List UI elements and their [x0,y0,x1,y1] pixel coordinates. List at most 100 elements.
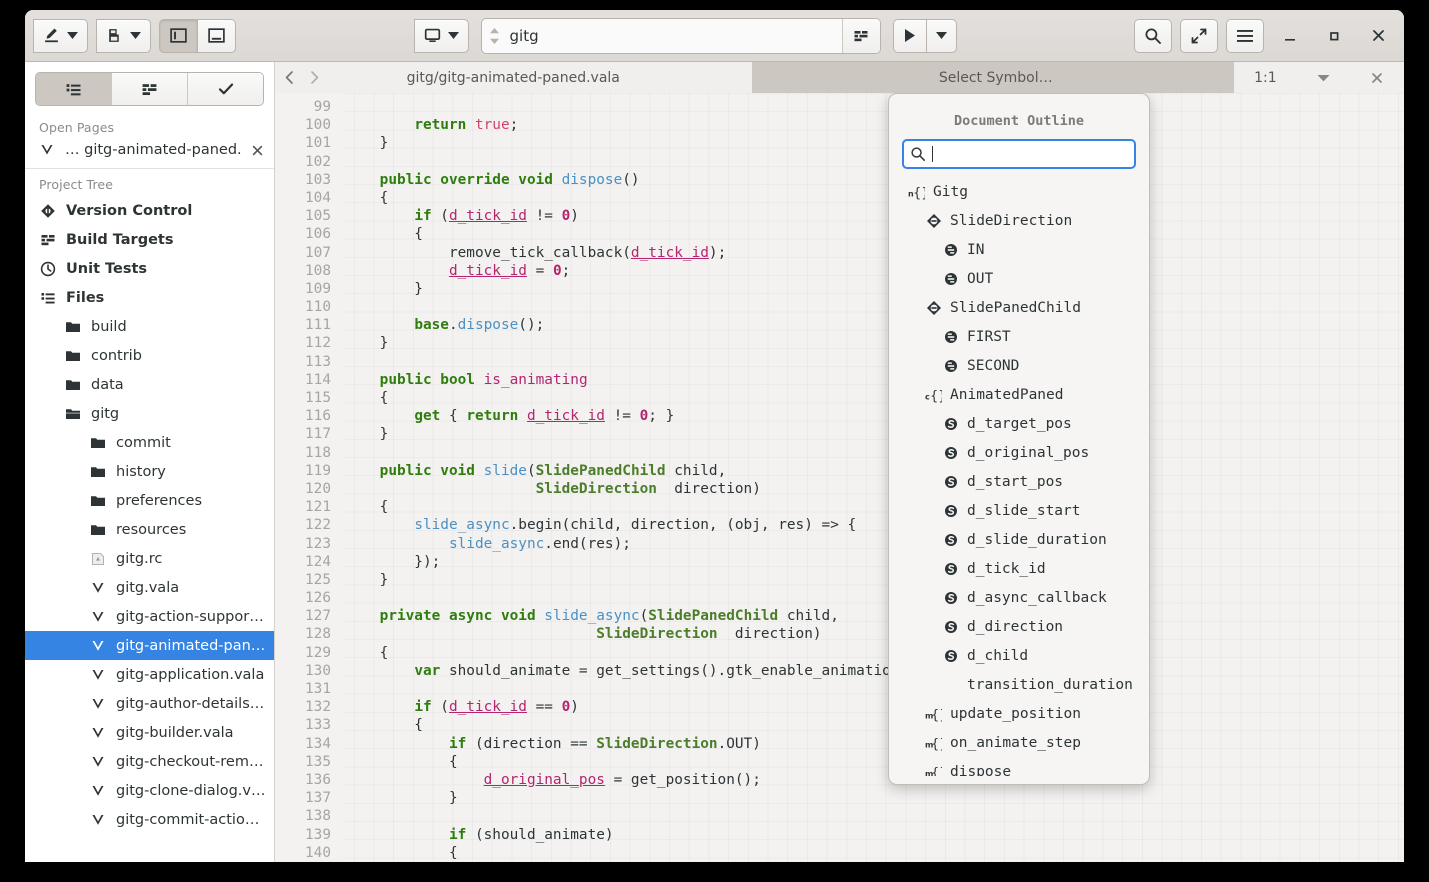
run-config-button[interactable] [413,18,469,53]
tree-item[interactable]: build [25,312,274,341]
run-button[interactable] [892,18,927,53]
outline-item[interactable]: SECOND [908,351,1140,380]
line-number: 138 [305,808,331,825]
minimize-button[interactable] [1272,18,1308,54]
code-text[interactable]: return true; } public override void disp… [345,93,1404,862]
outline-item[interactable]: d_direction [908,612,1140,641]
tree-item[interactable]: data [25,370,274,399]
outline-item[interactable]: OUT [908,264,1140,293]
close-icon[interactable] [1370,71,1384,85]
left-panel-toggle[interactable] [159,18,198,53]
project-tree-heading: Project Tree [39,177,113,192]
outline-item[interactable]: m{} on_animate_step [908,728,1140,757]
tree-item[interactable]: gitg-action-suppor… [25,602,274,631]
edit-button[interactable] [33,18,88,53]
folder-icon [89,493,107,509]
tree-item[interactable]: gitg.rc [25,544,274,573]
line-number: 119 [305,462,331,479]
tree-item[interactable]: gitg-author-details… [25,689,274,718]
search-icon [1144,27,1162,45]
line-number: 137 [305,790,331,807]
tree-item[interactable]: gitg [25,399,274,428]
line-number: 134 [305,735,331,752]
tree-item[interactable]: Version Control [25,196,274,225]
omni-search-input[interactable]: gitg [508,19,842,53]
tree-item[interactable]: preferences [25,486,274,515]
code-line: { [345,753,458,770]
code-line: SlideDirection direction) [535,480,761,497]
display-icon [424,27,441,44]
code-line: slide_async.end(res); [448,535,631,552]
outline-item[interactable]: c{} AnimatedPaned [908,380,1140,409]
omni-search-bar[interactable]: gitg [480,17,881,54]
run-menu-button[interactable] [926,18,957,53]
sidebar-tab-todo[interactable] [187,73,263,105]
tree-item[interactable]: gitg.vala [25,573,274,602]
tree-item[interactable]: Files [25,283,274,312]
code-line: { [345,189,389,206]
tree-item[interactable]: gitg-builder.vala [25,718,274,747]
tree-item[interactable]: commit [25,428,274,457]
tree-item[interactable]: contrib [25,341,274,370]
sidebar-tab-bar [35,72,264,106]
close-button[interactable] [1360,18,1396,54]
outline-item[interactable]: SlideDirection [908,206,1140,235]
outline-item[interactable]: d_original_pos [908,438,1140,467]
tree-item[interactable]: gitg-clone-dialog.v… [25,776,274,805]
tree-item[interactable]: gitg-commit-actio… [25,805,274,834]
outline-item[interactable]: SlidePanedChild [908,293,1140,322]
outline-item[interactable]: m{} dispose [908,757,1140,776]
tree-item[interactable]: Build Targets [25,225,274,254]
outline-item[interactable]: d_child [908,641,1140,670]
bottom-panel-toggle[interactable] [198,18,236,53]
tree-item[interactable]: gitg-animated-pan… [25,631,274,660]
outline-item[interactable]: d_tick_id [908,554,1140,583]
outline-item[interactable]: d_target_pos [908,409,1140,438]
code-view[interactable]: 99 100 101 102 103 104 105 106 107 108 109 110 111 11… [275,93,1404,862]
tree-item[interactable]: Unit Tests [25,254,274,283]
sidebar-tab-build[interactable] [111,73,187,105]
sidebar-tab-project[interactable] [36,73,111,105]
outline-item[interactable]: d_slide_duration [908,525,1140,554]
search-button[interactable] [1134,18,1172,53]
menu-button[interactable] [1226,18,1264,53]
outline-search-field[interactable] [902,139,1136,170]
outline-item[interactable]: d_start_pos [908,467,1140,496]
outline-item-label: d_async_callback [967,589,1107,606]
fullscreen-button[interactable] [1180,18,1218,53]
outline-item[interactable]: IN [908,235,1140,264]
chevron-right-icon[interactable] [308,70,321,85]
open-button[interactable] [96,18,151,53]
header-bar: gitg [25,10,1404,62]
tree-item[interactable]: history [25,457,274,486]
open-page-item[interactable]: … gitg-animated-paned.vala [25,139,274,161]
tree-item[interactable]: resources [25,515,274,544]
outline-item[interactable]: n{} Gitg [908,177,1140,206]
code-line: } [345,335,389,352]
vala-icon [39,142,55,158]
tree-item[interactable]: gitg-application.vala [25,660,274,689]
close-icon[interactable] [251,144,264,157]
chevron-left-icon[interactable] [283,70,296,85]
outline-item[interactable]: FIRST [908,322,1140,351]
field-icon [942,648,959,664]
outline-item[interactable]: m{} update_position [908,699,1140,728]
outline-item[interactable]: d_async_callback [908,583,1140,612]
method-icon: m{} [925,735,942,751]
outline-item[interactable]: d_slide_start [908,496,1140,525]
outline-item-label: d_original_pos [967,444,1090,461]
outline-item-label: SlideDirection [950,212,1073,229]
sidebar: Open Pages … gitg-animated-paned.vala Pr… [25,62,275,862]
outline-item-label: AnimatedPaned [950,386,1064,403]
symbol-selector-button[interactable]: Select Symbol… [757,62,1234,93]
play-icon [903,28,917,43]
field-icon [942,590,959,606]
tree-item[interactable]: gitg-checkout-rem… [25,747,274,776]
maximize-button[interactable] [1316,18,1352,54]
omni-search-action-button[interactable] [841,18,880,53]
outline-item[interactable]: transition_duration [908,670,1140,699]
enum-icon [925,300,942,316]
chevron-down-icon[interactable] [1317,74,1330,82]
